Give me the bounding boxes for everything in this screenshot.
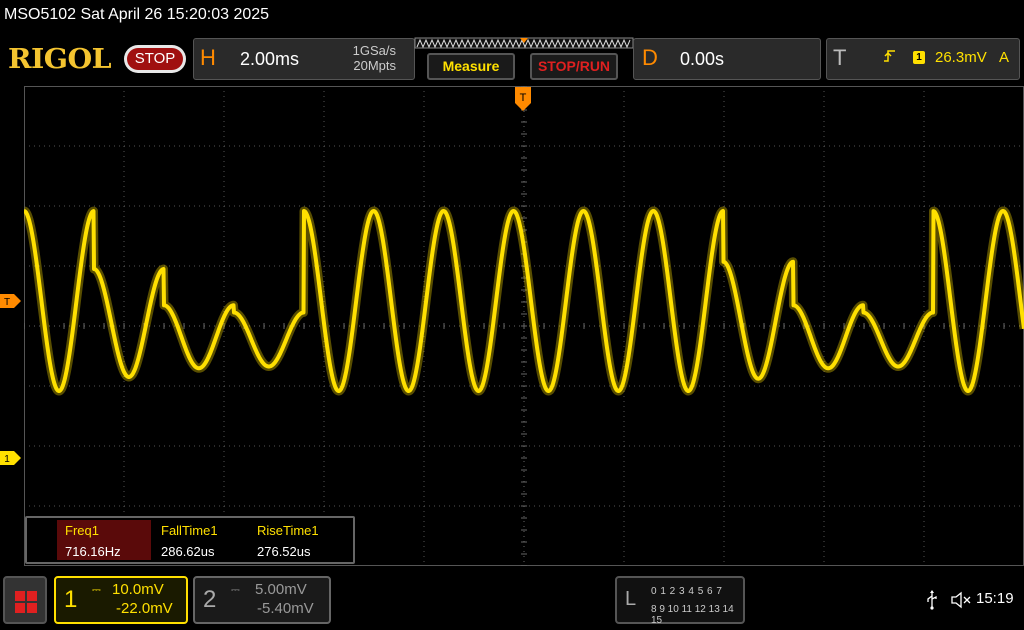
speaker-mute-icon[interactable] <box>950 590 972 610</box>
trigger-level: 26.3mV <box>935 49 987 66</box>
measurement-risetime1[interactable]: RiseTime1 276.52us <box>249 520 343 560</box>
memory-position-strip[interactable] <box>414 37 634 49</box>
measurement-name: RiseTime1 <box>257 523 319 538</box>
trigger-panel[interactable]: T 1 26.3mV A <box>826 38 1020 80</box>
measurement-table[interactable]: Freq1 716.16Hz FallTime1 286.62us RiseTi… <box>25 516 355 564</box>
horizontal-panel[interactable]: H 2.00ms 1GSa/s 20Mpts <box>193 38 415 80</box>
logic-letter: L <box>625 588 637 610</box>
measure-button[interactable]: Measure <box>427 53 515 80</box>
sample-rate: 1GSa/s <box>352 43 396 58</box>
top-toolbar: RIGOL STOP H 2.00ms 1GSa/s 20Mpts Measur… <box>0 32 1024 86</box>
ch1-offset-marker[interactable]: 1 <box>0 451 22 465</box>
instrument-title: MSO5102 Sat April 26 15:20:03 2025 <box>4 6 270 23</box>
dc-coupling-icon: ⎓ <box>231 584 240 596</box>
delay-letter: D <box>642 45 658 70</box>
trigger-source-badge: 1 <box>913 51 925 64</box>
system-clock: 15:19 <box>976 590 1014 607</box>
dc-coupling-icon: ⎓ <box>92 584 101 596</box>
waveform-display[interactable] <box>24 86 1024 566</box>
channel-1-label: 1 <box>64 586 78 613</box>
channel-1-panel[interactable]: 1 ⎓ 10.0mV -22.0mV <box>54 576 188 624</box>
main-menu-button[interactable] <box>3 576 47 624</box>
channel-2-scale: 5.00mV <box>255 581 307 598</box>
measurement-value: 716.16Hz <box>65 544 121 559</box>
trigger-level-marker[interactable]: T <box>0 294 22 308</box>
rigol-logo: RIGOL <box>8 44 112 75</box>
run-state-indicator[interactable]: STOP <box>124 45 186 73</box>
measurement-falltime1[interactable]: FallTime1 286.62us <box>153 520 247 560</box>
timebase-value: 2.00ms <box>240 49 300 69</box>
measurement-name: Freq1 <box>65 523 99 538</box>
graticule <box>24 86 1024 566</box>
trigger-mode: A <box>999 49 1010 66</box>
channel-1-scale: 10.0mV <box>112 581 164 598</box>
channel-1-offset: -22.0mV <box>116 600 173 617</box>
logic-analyzer-panel[interactable]: L 0 1 2 3 4 5 6 7 8 9 10 11 12 13 14 15 <box>615 576 745 626</box>
memory-depth: 20Mpts <box>353 58 396 73</box>
rising-edge-icon <box>884 50 895 62</box>
measurement-freq1[interactable]: Freq1 716.16Hz <box>57 520 151 560</box>
menu-grid-icon <box>15 591 37 613</box>
measurement-value: 276.52us <box>257 544 311 559</box>
measurement-value: 286.62us <box>161 544 215 559</box>
delay-value: 0.00s <box>680 49 725 69</box>
run-state-label: STOP <box>127 48 183 70</box>
logic-channels-high: 8 9 10 11 12 13 14 15 <box>651 604 734 626</box>
ch1-offset-marker-label: 1 <box>4 454 10 465</box>
channel-2-offset: -5.40mV <box>257 600 314 617</box>
channel-2-panel[interactable]: 2 ⎓ 5.00mV -5.40mV <box>193 576 331 624</box>
delay-panel[interactable]: D 0.00s <box>633 38 821 80</box>
title-bar: MSO5102 Sat April 26 15:20:03 2025 <box>0 0 1024 32</box>
logic-channels-low: 0 1 2 3 4 5 6 7 <box>651 586 723 597</box>
usb-icon[interactable] <box>926 590 938 610</box>
bottom-bar: 1 ⎓ 10.0mV -22.0mV 2 ⎓ 5.00mV -5.40mV L … <box>0 570 1024 630</box>
measurement-name: FallTime1 <box>161 523 218 538</box>
trigger-level-marker-label: T <box>4 297 10 308</box>
trigger-position-marker[interactable]: T <box>515 87 531 111</box>
trigger-letter: T <box>833 45 847 70</box>
trigger-position-label: T <box>520 92 527 104</box>
stop-run-button[interactable]: STOP/RUN <box>530 53 618 80</box>
horizontal-letter: H <box>200 45 216 70</box>
channel-2-label: 2 <box>203 586 217 613</box>
